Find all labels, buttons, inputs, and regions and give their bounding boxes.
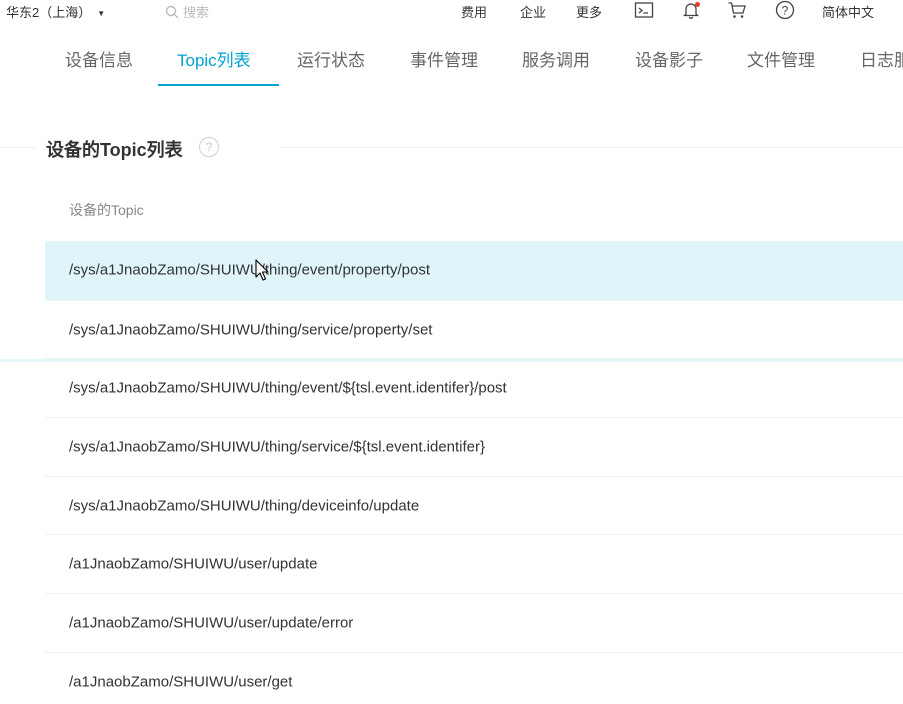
topic-row[interactable]: /a1JnaobZamo/SHUIWU/user/get: [45, 651, 903, 704]
topic-text: /sys/a1JnaobZamo/SHUIWU/thing/event/prop…: [69, 261, 430, 279]
topic-row[interactable]: /a1JnaobZamo/SHUIWU/user/update/error: [45, 593, 903, 652]
column-header-topic: 设备的Topic: [69, 202, 144, 218]
topic-row[interactable]: /sys/a1JnaobZamo/SHUIWU/thing/event/${ts…: [45, 358, 903, 417]
search-placeholder: 搜索: [183, 5, 210, 20]
topic-row[interactable]: /a1JnaobZamo/SHUIWU/user/update: [45, 534, 903, 593]
region-selector[interactable]: 华东2（上海） ▼: [6, 2, 105, 21]
section-divider-right: [280, 147, 903, 148]
tab-log-service[interactable]: 日志服: [860, 46, 903, 71]
bell-icon[interactable]: [681, 0, 701, 20]
enterprise-link[interactable]: 企业: [520, 2, 546, 21]
help-circle-icon[interactable]: ?: [775, 0, 795, 20]
tab-device-info[interactable]: 设备信息: [65, 46, 133, 71]
top-bar: 华东2（上海） ▼ 搜索 费用 企业 更多 ? 简体中文: [0, 0, 903, 22]
tab-topic-list[interactable]: Topic列表: [177, 46, 251, 71]
notification-dot: [695, 2, 700, 7]
active-tab-indicator: [158, 84, 279, 86]
topic-row[interactable]: /sys/a1JnaobZamo/SHUIWU/thing/service/pr…: [45, 299, 903, 359]
cart-icon[interactable]: [727, 0, 747, 20]
topic-text: /sys/a1JnaobZamo/SHUIWU/thing/deviceinfo…: [69, 497, 420, 515]
caret-down-icon: ▼: [97, 9, 106, 18]
tab-service-call[interactable]: 服务调用: [522, 46, 590, 71]
section-divider-left: [0, 147, 36, 148]
tab-run-status[interactable]: 运行状态: [297, 46, 365, 71]
topic-text: /a1JnaobZamo/SHUIWU/user/get: [69, 673, 293, 691]
topic-text: /sys/a1JnaobZamo/SHUIWU/thing/service/pr…: [69, 321, 433, 339]
section-title: 设备的Topic列表: [46, 140, 183, 160]
topic-text: /a1JnaobZamo/SHUIWU/user/update: [69, 555, 318, 573]
language-link[interactable]: 简体中文: [822, 2, 874, 21]
tab-event-management[interactable]: 事件管理: [410, 46, 478, 71]
terminal-icon[interactable]: [634, 0, 654, 20]
topic-row[interactable]: /sys/a1JnaobZamo/SHUIWU/thing/service/${…: [45, 417, 903, 476]
topic-row[interactable]: /sys/a1JnaobZamo/SHUIWU/thing/deviceinfo…: [45, 475, 903, 535]
search-icon: [165, 5, 179, 19]
page: 华东2（上海） ▼ 搜索 费用 企业 更多 ? 简体中文 设备信息 Topic列…: [0, 0, 903, 704]
tab-file-management[interactable]: 文件管理: [747, 46, 815, 71]
question-icon[interactable]: ?: [199, 137, 219, 157]
tab-device-shadow[interactable]: 设备影子: [635, 46, 703, 71]
tab-bar: 设备信息 Topic列表 运行状态 事件管理 服务调用 设备影子 文件管理 日志…: [0, 40, 903, 86]
svg-text:?: ?: [782, 3, 789, 17]
topic-text: /sys/a1JnaobZamo/SHUIWU/thing/service/${…: [69, 438, 486, 456]
region-label: 华东2（上海）: [6, 5, 92, 20]
topic-row[interactable]: /sys/a1JnaobZamo/SHUIWU/thing/event/prop…: [45, 241, 903, 300]
billing-link[interactable]: 费用: [461, 2, 487, 21]
more-link[interactable]: 更多: [576, 2, 602, 21]
topic-list: /sys/a1JnaobZamo/SHUIWU/thing/event/prop…: [45, 241, 903, 704]
topic-text: /sys/a1JnaobZamo/SHUIWU/thing/event/${ts…: [69, 379, 507, 397]
topic-text: /a1JnaobZamo/SHUIWU/user/update/error: [69, 614, 354, 632]
search-box[interactable]: 搜索: [165, 2, 209, 21]
